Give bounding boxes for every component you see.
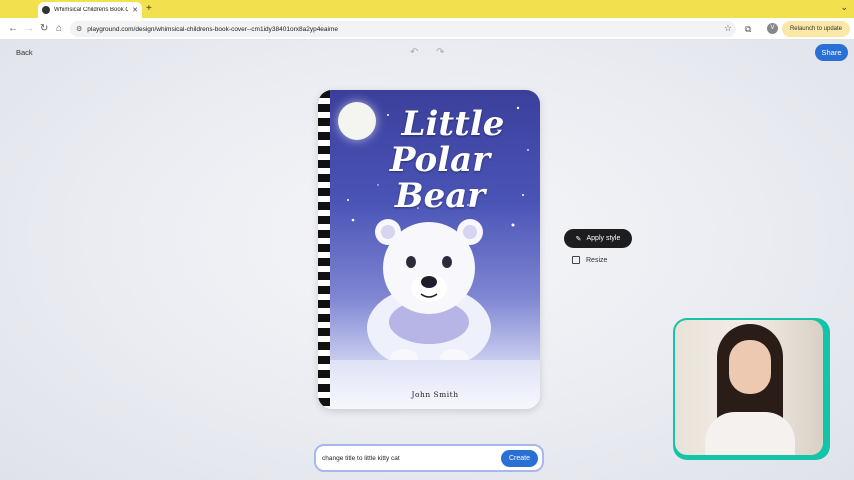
- url-text: playground.com/design/whimsical-children…: [87, 25, 339, 33]
- tab-search-chevron-icon[interactable]: ⌄: [840, 2, 848, 13]
- webcam-overlay: [673, 318, 830, 460]
- relaunch-button[interactable]: Relaunch to update: [782, 21, 850, 37]
- home-icon[interactable]: ⌂: [56, 22, 62, 36]
- resize-label: Resize: [586, 256, 608, 264]
- cover-title-line-1: Little: [401, 104, 505, 144]
- snow-ground: [330, 360, 540, 409]
- site-info-icon[interactable]: ⚙: [76, 25, 82, 33]
- redo-icon[interactable]: ↷: [436, 47, 444, 58]
- new-tab-icon[interactable]: +: [146, 3, 152, 15]
- playground-favicon-icon: [42, 6, 50, 14]
- webcam-video: [675, 320, 823, 455]
- relaunch-label: Relaunch to update: [789, 26, 843, 32]
- resize-button[interactable]: Resize: [572, 256, 607, 264]
- tab-close-icon[interactable]: ✕: [132, 6, 138, 14]
- create-button[interactable]: Create: [501, 450, 538, 467]
- share-label: Share: [821, 48, 842, 57]
- share-button[interactable]: Share: [815, 44, 848, 61]
- undo-icon[interactable]: ↶: [410, 47, 418, 58]
- tab-title: Whimsical Childrens Book Co: [54, 7, 129, 13]
- presenter-face: [729, 340, 771, 394]
- cover-author: John Smith: [411, 390, 459, 399]
- resize-icon: [572, 256, 580, 264]
- bookmark-star-icon[interactable]: ☆: [724, 23, 732, 34]
- presenter-body: [705, 412, 795, 455]
- cover-title-line-2: Polar Bear: [389, 140, 491, 216]
- apply-style-label: Apply style: [586, 235, 621, 242]
- polar-bear-illustration: [367, 219, 491, 370]
- book-cover-image[interactable]: Little Polar Bear John Smith: [318, 90, 540, 409]
- prompt-input[interactable]: [322, 454, 492, 462]
- apply-style-button[interactable]: ✎ Apply style: [564, 229, 632, 248]
- back-button[interactable]: Back: [16, 48, 33, 57]
- profile-avatar[interactable]: V: [767, 23, 778, 34]
- browser-tab-bar: Whimsical Childrens Book Co ✕ + ⌄: [0, 0, 854, 18]
- browser-toolbar: ← → ↻ ⌂ ⚙ playground.com/design/whimsica…: [0, 18, 854, 40]
- prompt-bar: Create: [314, 444, 544, 472]
- extensions-icon[interactable]: ⧉: [745, 23, 751, 35]
- browser-tab[interactable]: Whimsical Childrens Book Co ✕: [38, 2, 142, 18]
- reload-icon[interactable]: ↻: [40, 22, 48, 36]
- back-arrow-icon[interactable]: ←: [8, 22, 18, 36]
- palette-icon: ✎: [575, 235, 582, 243]
- create-label: Create: [508, 455, 530, 462]
- editor-canvas: Back ↶ ↷ Share Little Polar Bear John Sm…: [0, 40, 854, 480]
- forward-arrow-icon[interactable]: →: [24, 22, 34, 36]
- address-bar[interactable]: ⚙ playground.com/design/whimsical-childr…: [70, 21, 736, 37]
- cover-title: Little Polar Bear: [340, 106, 540, 214]
